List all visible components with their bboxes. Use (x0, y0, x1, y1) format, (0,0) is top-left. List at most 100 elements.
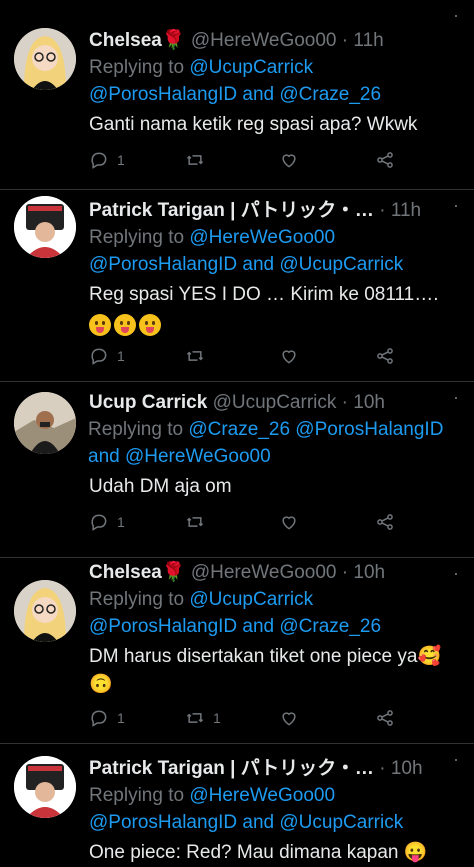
display-name[interactable]: Patrick Tarigan | パトリック・… (89, 758, 374, 779)
tweet[interactable]: · Patrick Tarigan | パトリック・… · 11h Replyi… (0, 190, 474, 382)
tweet-text-line: Ganti nama ketik reg spasi apa? Wkwk (89, 114, 418, 135)
reply-button[interactable]: 1 (89, 706, 125, 730)
mention-link[interactable]: @UcupCarrick (189, 589, 313, 610)
reply-count: 1 (117, 710, 125, 726)
avatar[interactable] (14, 28, 76, 90)
replying-to: Replying to @HereWeGoo00 @PorosHalangID … (89, 224, 461, 278)
display-name[interactable]: Chelsea (89, 562, 162, 583)
replying-to-label: Replying to (89, 227, 185, 248)
tweet-actions: 1 (89, 148, 409, 172)
mention-link[interactable]: @PorosHalangID and @UcupCarrick (89, 254, 403, 275)
tweet-text: One piece: Red? Mau dimana kapan 😛 (89, 839, 461, 867)
like-button[interactable] (279, 148, 307, 172)
replying-to-label: Replying to (89, 57, 185, 78)
retweet-button[interactable] (185, 510, 213, 534)
like-button[interactable] (279, 510, 307, 534)
rose-emoji: 🌹 (161, 30, 186, 51)
retweet-icon (186, 517, 204, 527)
retweet-count: 1 (213, 710, 221, 726)
tweet-text-line: Udah DM aja om (89, 476, 232, 497)
reply-count: 1 (117, 514, 125, 530)
retweet-icon (186, 713, 204, 723)
replying-to-label: Replying to (89, 589, 185, 610)
timestamp[interactable]: 11h (391, 200, 421, 221)
tweet-header: Chelsea🌹 @HereWeGoo00 · 10h (89, 560, 461, 586)
mention-link[interactable]: @HereWeGoo00 (189, 227, 335, 248)
reply-button[interactable]: 1 (89, 510, 125, 534)
mention-link[interactable]: @HereWeGoo00 (189, 785, 335, 806)
timestamp[interactable]: 10h (391, 758, 423, 779)
handle[interactable]: @UcupCarrick (213, 392, 337, 413)
separator: · (379, 758, 386, 779)
like-button[interactable] (279, 344, 307, 368)
display-name[interactable]: Chelsea (89, 30, 162, 51)
tweet-text-line: DM harus disertakan tiket one piece ya🥰 (89, 646, 442, 667)
tweet-header: Chelsea🌹 @HereWeGoo00 · 11h (89, 28, 461, 54)
display-name[interactable]: Patrick Tarigan | パトリック・… (89, 200, 374, 221)
tongue-emoji (139, 314, 161, 336)
tweet-actions: 1 (89, 344, 409, 368)
reply-icon (91, 348, 107, 365)
reply-button[interactable]: 1 (89, 344, 125, 368)
reply-icon (91, 514, 107, 531)
mention-link[interactable]: @Craze_26 (188, 419, 290, 440)
reply-icon (91, 710, 107, 727)
mention-link[interactable]: @PorosHalangID and @UcupCarrick (89, 812, 403, 833)
tweet-header: Ucup Carrick @UcupCarrick · 10h (89, 390, 461, 416)
tweet[interactable]: · Ucup Carrick @UcupCarrick · 10h Replyi… (0, 382, 474, 558)
handle[interactable]: @HereWeGoo00 (191, 30, 337, 51)
tweet-header: Patrick Tarigan | パトリック・… · 10h (89, 756, 461, 782)
tweet-text: Udah DM aja om (89, 473, 461, 501)
avatar[interactable] (14, 756, 76, 818)
retweet-button[interactable] (185, 148, 213, 172)
mention-link[interactable]: @PorosHalangID and @Craze_26 (89, 616, 381, 637)
replying-to: Replying to @UcupCarrick @PorosHalangID … (89, 586, 461, 640)
replying-to: Replying to @Craze_26 @PorosHalangID and… (88, 416, 461, 470)
timestamp[interactable]: 10h (353, 562, 385, 583)
rose-emoji: 🌹 (161, 562, 186, 583)
display-name[interactable]: Ucup Carrick (89, 392, 207, 413)
retweet-button[interactable] (185, 344, 213, 368)
more-icon[interactable]: · (453, 6, 460, 24)
reply-button[interactable]: 1 (89, 148, 125, 172)
tweet[interactable]: · Chelsea🌹 @HereWeGoo00 · 11h Replying t… (0, 0, 474, 190)
avatar[interactable] (14, 392, 76, 454)
share-icon (377, 152, 393, 168)
share-button[interactable] (375, 148, 395, 172)
timestamp[interactable]: 11h (353, 30, 383, 51)
handle[interactable]: @HereWeGoo00 (191, 562, 337, 583)
tweet[interactable]: · Patrick Tarigan | パトリック・… · 10h Replyi… (0, 744, 474, 865)
reply-count: 1 (117, 348, 125, 364)
timestamp[interactable]: 10h (353, 392, 385, 413)
avatar[interactable] (14, 580, 76, 642)
replying-to-label: Replying to (89, 785, 185, 806)
mention-link[interactable]: @PorosHalangID (295, 419, 443, 440)
retweet-button[interactable]: 1 (185, 706, 221, 730)
tweet-actions: 1 1 (89, 706, 409, 730)
tongue-emoji (114, 314, 136, 336)
mention-link[interactable]: @UcupCarrick (189, 57, 313, 78)
mention-link[interactable]: @PorosHalangID and @Craze_26 (89, 84, 381, 105)
tweet[interactable]: · Chelsea🌹 @HereWeGoo00 · 10h Replying t… (0, 558, 474, 744)
tweet-text: Ganti nama ketik reg spasi apa? Wkwk (89, 111, 461, 139)
reply-icon (91, 152, 107, 169)
share-button[interactable] (375, 706, 395, 730)
separator: · (341, 392, 348, 413)
share-icon (377, 710, 393, 726)
share-icon (377, 514, 393, 530)
avatar[interactable] (14, 196, 76, 258)
like-button[interactable] (279, 706, 307, 730)
like-icon (282, 350, 296, 364)
replying-to-label: Replying to (88, 419, 184, 440)
retweet-icon (186, 155, 204, 165)
separator: · (341, 562, 349, 583)
separator: · (379, 200, 386, 221)
share-button[interactable] (375, 344, 395, 368)
retweet-icon (186, 351, 204, 361)
like-icon (282, 154, 296, 168)
mention-link[interactable]: and @HereWeGoo00 (88, 446, 271, 467)
replying-to: Replying to @HereWeGoo00 @PorosHalangID … (89, 782, 461, 836)
share-button[interactable] (375, 510, 395, 534)
tweet-text: Reg spasi YES I DO … Kirim ke 08111…. (89, 281, 461, 341)
tongue-emoji (89, 314, 111, 336)
